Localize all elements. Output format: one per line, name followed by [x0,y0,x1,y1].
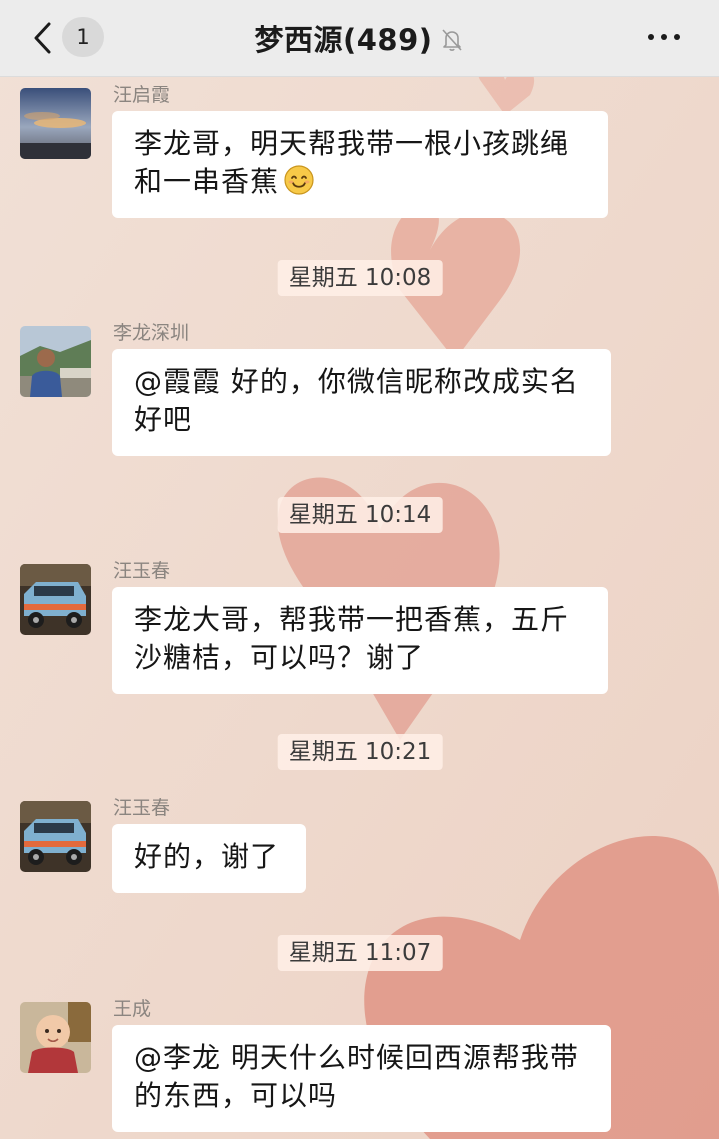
chat-header: 1 梦西源(489) [0,0,719,77]
avatar[interactable] [20,88,91,159]
message-bubble[interactable]: 李龙大哥，帮我带一把香蕉，五斤 沙糖桔，可以吗？谢了 [112,587,608,694]
message-text-line: @霞霞 好的，你微信昵称改成实名 [134,365,579,398]
message-text-line: 的东西，可以吗 [134,1079,338,1112]
message-bubble[interactable]: 好的，谢了 [112,824,306,893]
message-text-line: 好的，谢了 [134,840,280,873]
sender-name: 汪启霞 [113,84,171,106]
timestamp-divider: 星期五 11:07 [277,935,443,971]
timestamp-divider: 星期五 10:21 [277,734,443,770]
avatar[interactable] [20,1002,91,1073]
message-bubble[interactable]: 李龙哥，明天帮我带一根小孩跳绳 和一串香蕉 [112,111,608,218]
avatar[interactable] [20,801,91,872]
message-text-line: 和一串香蕉 [134,163,586,201]
message-list: 汪启霞 李龙哥，明天帮我带一根小孩跳绳 和一串香蕉 星期五 10:08 李龙深圳… [0,76,719,1139]
message-text-line: 李龙大哥，帮我带一把香蕉，五斤 [134,603,570,636]
message-bubble[interactable]: @李龙 明天什么时候回西源帮我带 的东西，可以吗 [112,1025,611,1132]
more-icon[interactable] [647,30,681,44]
avatar[interactable] [20,564,91,635]
chat-title-wrap: 梦西源(489) [0,0,719,76]
chat-title[interactable]: 梦西源(489) [254,17,432,59]
sender-name: 王成 [113,998,152,1020]
message-text-line: @李龙 明天什么时候回西源帮我带 [134,1041,579,1074]
smiling-face-emoji-icon [284,165,314,195]
bell-muted-icon [441,29,462,51]
message-text-line: 沙糖桔，可以吗？谢了 [134,641,425,674]
timestamp-divider: 星期五 10:08 [277,260,443,296]
sender-name: 汪玉春 [113,797,171,819]
message-bubble[interactable]: @霞霞 好的，你微信昵称改成实名 好吧 [112,349,611,456]
sender-name: 李龙深圳 [113,322,190,344]
timestamp-divider: 星期五 10:14 [277,497,443,533]
avatar[interactable] [20,326,91,397]
message-text-line: 好吧 [134,403,193,436]
sender-name: 汪玉春 [113,560,171,582]
message-text-line: 李龙哥，明天帮我带一根小孩跳绳 [134,127,570,160]
